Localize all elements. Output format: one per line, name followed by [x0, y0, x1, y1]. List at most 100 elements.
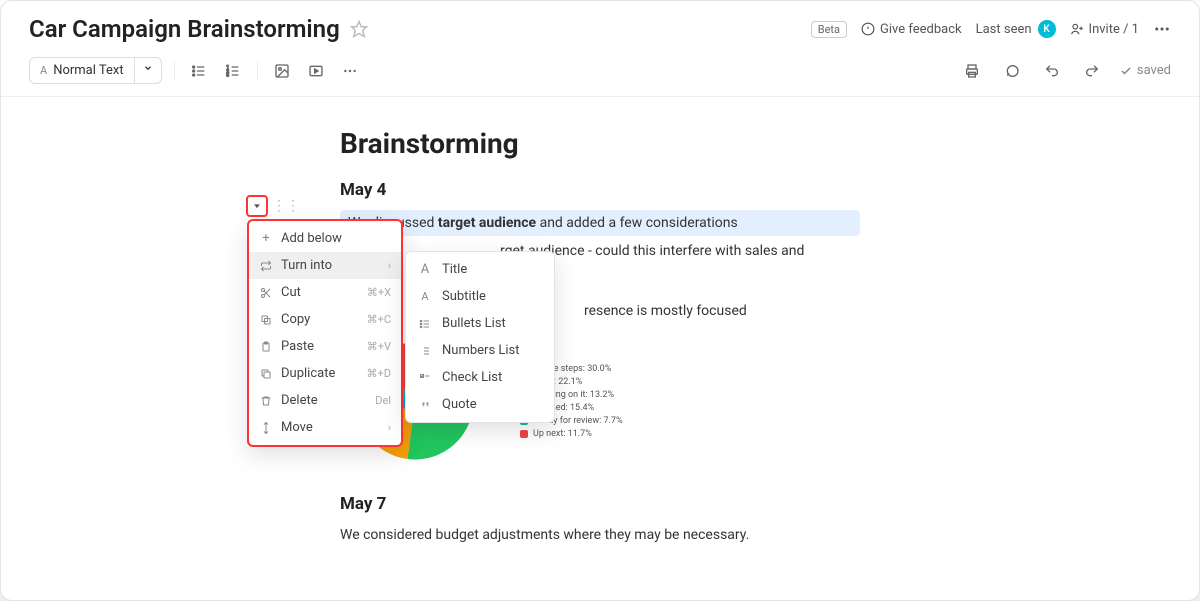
shortcut: ⌘+V: [367, 340, 391, 353]
invite-label: Invite / 1: [1089, 22, 1139, 37]
ctx-label-text: Delete: [281, 393, 318, 408]
feedback-label: Give feedback: [880, 22, 962, 37]
highlight-bold: target audience: [438, 215, 536, 231]
redo-icon[interactable]: [1080, 59, 1104, 83]
numbered-list-icon[interactable]: 123: [221, 59, 245, 83]
more-toolbar-icon[interactable]: [338, 59, 362, 83]
ctx-label-text: Move: [281, 420, 313, 435]
highlight-suffix: and added a few considerations: [536, 215, 738, 231]
shortcut: ⌘+C: [367, 313, 391, 326]
ctx-copy[interactable]: Copy ⌘+C: [249, 306, 401, 333]
chevron-right-icon: ›: [388, 259, 391, 272]
ctx-label-text: Cut: [281, 285, 301, 300]
doc-date-1: May 4: [340, 180, 860, 200]
ctx-label-text: Add below: [281, 231, 342, 246]
ctx-move[interactable]: Move ›: [249, 414, 401, 441]
turn-into-submenu: A Title A Subtitle Bullets List Numbers …: [405, 251, 555, 423]
legend-swatch: [520, 430, 528, 438]
transform-icon: [259, 260, 273, 272]
quote-icon: [418, 399, 432, 411]
saved-label: saved: [1137, 63, 1171, 78]
invite-button[interactable]: Invite / 1: [1070, 22, 1139, 37]
header-right: Beta Give feedback Last seen K Invite / …: [811, 20, 1171, 38]
doc-date-2: May 7: [340, 494, 860, 514]
ctx-label-text: Paste: [281, 339, 314, 354]
document[interactable]: Brainstorming May 4 We discussed target …: [320, 127, 880, 586]
saved-status: saved: [1120, 63, 1171, 78]
numbers-icon: [418, 345, 432, 357]
give-feedback-button[interactable]: Give feedback: [861, 22, 962, 37]
submenu-subtitle[interactable]: A Subtitle: [406, 283, 554, 310]
copy-icon: [259, 314, 273, 326]
print-icon[interactable]: [960, 59, 984, 83]
ctx-cut[interactable]: Cut ⌘+X: [249, 279, 401, 306]
plus-icon: +: [259, 231, 273, 246]
ctx-label-text: Turn into: [281, 258, 332, 273]
ctx-label-text: Copy: [281, 312, 310, 327]
highlighted-block[interactable]: We discussed target audience and added a…: [340, 210, 860, 236]
bulleted-list-icon[interactable]: [187, 59, 211, 83]
header: Car Campaign Brainstorming Beta Give fee…: [1, 1, 1199, 51]
app-window: Car Campaign Brainstorming Beta Give fee…: [0, 0, 1200, 601]
submenu-label: Numbers List: [442, 343, 520, 358]
shortcut: Del: [375, 394, 391, 407]
toolbar-separator: [174, 62, 175, 80]
title-wrap: Car Campaign Brainstorming: [29, 15, 368, 43]
favorite-star-icon[interactable]: [350, 20, 368, 38]
toolbar-right: saved: [960, 59, 1171, 83]
doc-heading: Brainstorming: [340, 127, 860, 160]
ctx-label-text: Duplicate: [281, 366, 335, 381]
legend-label: Up next: 11.7%: [533, 429, 592, 439]
submenu-label: Bullets List: [442, 316, 506, 331]
scissors-icon: [259, 287, 273, 299]
shortcut: ⌘+X: [367, 286, 391, 299]
shortcut: ⌘+D: [367, 367, 391, 380]
submenu-checklist[interactable]: Check List: [406, 364, 554, 391]
ctx-delete[interactable]: Delete Del: [249, 387, 401, 414]
submenu-numbers[interactable]: Numbers List: [406, 337, 554, 364]
text-style-label: Normal Text: [53, 63, 123, 78]
submenu-quote[interactable]: Quote: [406, 391, 554, 418]
beta-badge: Beta: [811, 21, 847, 38]
clipboard-icon: [259, 341, 273, 353]
svg-text:3: 3: [226, 72, 229, 78]
ctx-turn-into[interactable]: Turn into ›: [249, 252, 401, 279]
drag-handle-icon[interactable]: ⋮⋮: [270, 196, 302, 216]
avatar[interactable]: K: [1038, 20, 1056, 38]
legend-item: Up next: 11.7%: [520, 429, 623, 439]
last-seen: Last seen K: [976, 20, 1056, 38]
toolbar-left: A Normal Text 123: [29, 57, 362, 84]
ctx-add-below[interactable]: + Add below: [249, 225, 401, 252]
document-area: Brainstorming May 4 We discussed target …: [1, 97, 1199, 586]
block-caret-button[interactable]: [246, 195, 268, 217]
submenu-label: Title: [442, 262, 467, 277]
comment-icon[interactable]: [1000, 59, 1024, 83]
submenu-label: Quote: [442, 397, 477, 412]
doc-line: We considered budget adjustments where t…: [340, 524, 860, 546]
bullets-icon: [418, 318, 432, 330]
text-style-button[interactable]: A Normal Text: [29, 57, 135, 84]
video-icon[interactable]: [304, 59, 328, 83]
move-icon: [259, 422, 273, 434]
block-handle: ⋮⋮: [246, 195, 302, 217]
toolbar-separator: [257, 62, 258, 80]
text-style-caret-button[interactable]: [135, 57, 162, 84]
ctx-duplicate[interactable]: Duplicate ⌘+D: [249, 360, 401, 387]
submenu-bullets[interactable]: Bullets List: [406, 310, 554, 337]
ctx-paste[interactable]: Paste ⌘+V: [249, 333, 401, 360]
duplicate-icon: [259, 368, 273, 380]
trash-icon: [259, 395, 273, 407]
toolbar: A Normal Text 123: [1, 51, 1199, 97]
submenu-title[interactable]: A Title: [406, 256, 554, 283]
title-icon: A: [418, 262, 432, 277]
undo-icon[interactable]: [1040, 59, 1064, 83]
submenu-label: Subtitle: [442, 289, 486, 304]
subtitle-icon: A: [418, 290, 432, 303]
last-seen-label: Last seen: [976, 22, 1032, 37]
checklist-icon: [418, 372, 432, 384]
image-icon[interactable]: [270, 59, 294, 83]
more-menu-icon[interactable]: [1153, 20, 1171, 38]
context-menu: +Add below Turn into › Cut ⌘+X Copy ⌘+C …: [247, 219, 403, 447]
submenu-label: Check List: [442, 370, 502, 385]
page-title: Car Campaign Brainstorming: [29, 15, 340, 43]
